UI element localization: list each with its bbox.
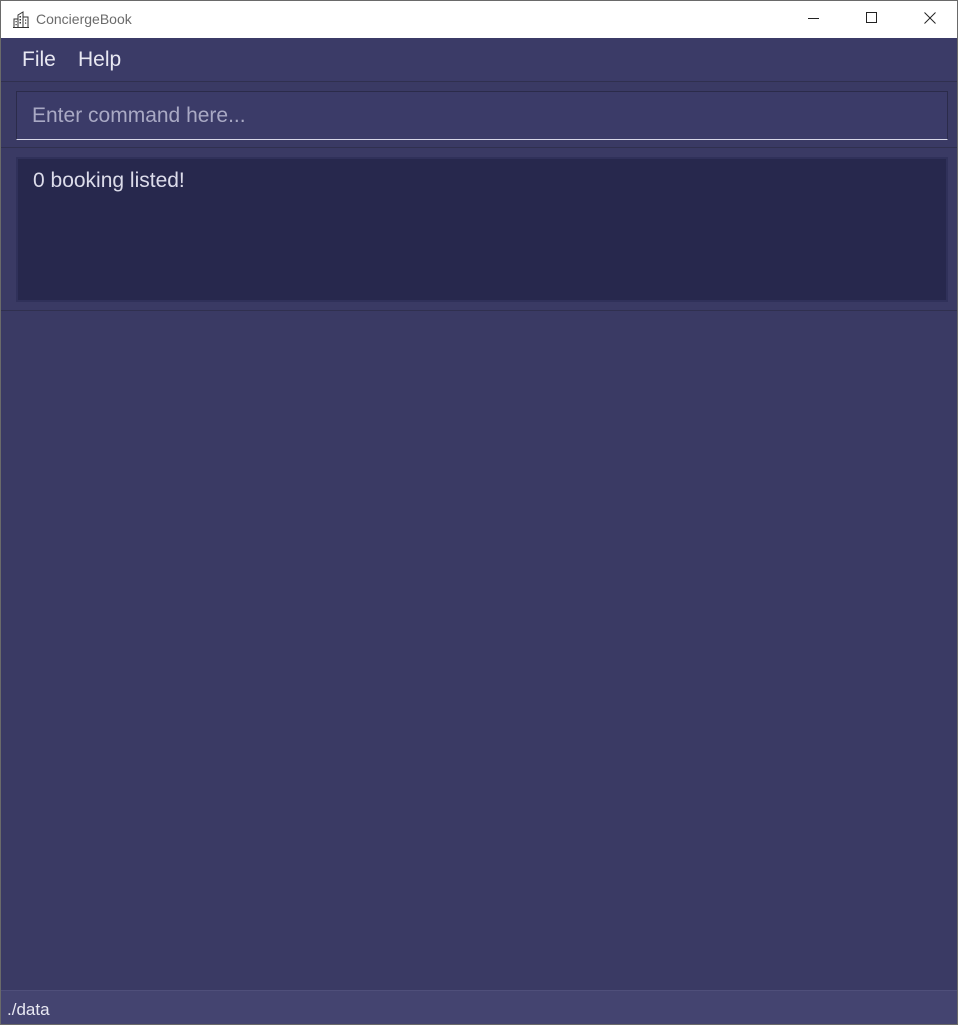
result-area: 0 booking listed! <box>1 149 957 311</box>
menu-help[interactable]: Help <box>78 48 121 72</box>
close-button[interactable] <box>901 1 958 38</box>
menu-bar: File Help <box>1 38 957 82</box>
window-title: ConciergeBook <box>36 11 132 27</box>
status-bar: ./data <box>1 990 957 1024</box>
title-bar[interactable]: ConciergeBook <box>1 1 957 38</box>
save-location-path: ./data <box>7 1000 50 1019</box>
app-window: ConciergeBook File Help Enter command he… <box>0 0 958 1025</box>
maximize-icon <box>866 11 878 29</box>
building-icon <box>13 11 29 28</box>
command-input[interactable] <box>17 92 947 139</box>
maximize-button[interactable] <box>843 1 901 38</box>
command-box <box>16 91 948 140</box>
result-message: 0 booking listed! <box>33 169 185 192</box>
close-icon <box>924 11 936 29</box>
command-area <box>1 83 957 148</box>
menu-file[interactable]: File <box>22 48 56 72</box>
result-display[interactable]: 0 booking listed! <box>16 157 948 302</box>
minimize-icon <box>808 11 820 29</box>
booking-list-panel[interactable] <box>1 312 957 990</box>
minimize-button[interactable] <box>785 1 843 38</box>
